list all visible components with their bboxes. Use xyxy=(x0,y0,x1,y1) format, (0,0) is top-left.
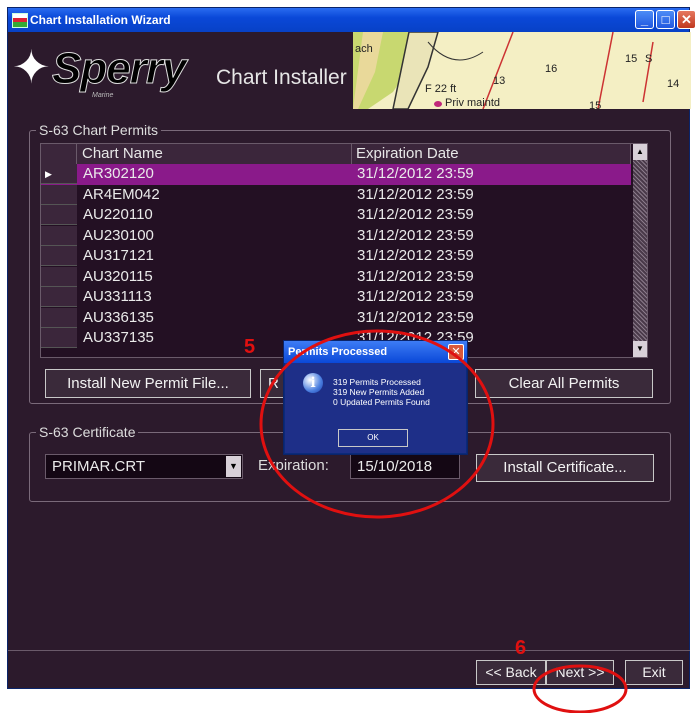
clear-all-permits-button[interactable]: Clear All Permits xyxy=(475,369,653,398)
table-row[interactable]: ▶ AR302120 31/12/2012 23:59 xyxy=(41,164,631,185)
cell-chart-name: AR302120 xyxy=(83,165,154,182)
row-header-corner xyxy=(41,144,77,164)
column-header-chart-name[interactable]: Chart Name xyxy=(78,144,352,164)
dialog-message: 319 Permits Processed 319 New Permits Ad… xyxy=(333,377,430,407)
row-selector-arrow-icon: ▶ xyxy=(41,164,77,184)
table-row[interactable]: AU320115 31/12/2012 23:59 xyxy=(41,266,631,288)
cell-expiration: 31/12/2012 23:59 xyxy=(357,206,474,223)
table-row[interactable]: AU230100 31/12/2012 23:59 xyxy=(41,225,631,247)
table-row[interactable]: AU331113 31/12/2012 23:59 xyxy=(41,287,631,308)
row-selector xyxy=(41,287,77,307)
cell-chart-name: AU317121 xyxy=(83,247,154,264)
minimize-button[interactable]: _ xyxy=(635,10,654,29)
partially-hidden-button[interactable]: R xyxy=(260,369,284,398)
cell-expiration: 31/12/2012 23:59 xyxy=(357,165,474,182)
window-title: Chart Installation Wizard xyxy=(30,13,171,27)
cell-chart-name: AU320115 xyxy=(83,267,153,285)
cell-chart-name: AR4EM042 xyxy=(83,185,160,203)
step-5-annotation: 5 xyxy=(244,336,256,358)
row-selector xyxy=(41,205,77,225)
chart-label: 14 xyxy=(667,78,679,90)
nautical-chart-image: ach F 22 ft Priv maintd 13 16 15 S 14 15 xyxy=(353,32,691,109)
close-button[interactable]: ✕ xyxy=(677,10,696,29)
brand-name: Sperry xyxy=(51,44,186,93)
cell-chart-name: AU336135 xyxy=(83,308,154,326)
cell-expiration: 31/12/2012 23:59 xyxy=(357,247,474,264)
exit-button[interactable]: Exit xyxy=(625,660,683,685)
cell-chart-name: AU331113 xyxy=(83,288,152,305)
maximize-button[interactable]: □ xyxy=(656,10,675,29)
dialog-line-added: 319 New Permits Added xyxy=(333,387,425,397)
brand-tagline: Marine xyxy=(92,92,114,99)
app-subtitle: Chart Installer xyxy=(216,66,347,89)
back-button[interactable]: << Back xyxy=(476,660,546,685)
expiration-field: 15/10/2018 xyxy=(350,454,460,479)
footer-divider xyxy=(8,650,690,651)
cell-expiration: 31/12/2012 23:59 xyxy=(357,267,474,285)
cell-chart-name: AU230100 xyxy=(83,226,154,244)
scroll-down-arrow-icon[interactable]: ▼ xyxy=(633,341,647,357)
grid-vertical-scrollbar[interactable]: ▲ ▼ xyxy=(633,144,647,357)
expiration-label: Expiration: xyxy=(258,457,329,474)
cell-chart-name: AU220110 xyxy=(83,206,153,223)
row-selector xyxy=(41,266,77,287)
star-logo-icon: ✦ xyxy=(12,41,51,93)
certificate-select-value: PRIMAR.CRT xyxy=(52,458,146,475)
chart-label: S xyxy=(645,53,652,65)
cell-expiration: 31/12/2012 23:59 xyxy=(357,185,474,203)
row-selector xyxy=(41,225,77,246)
certificate-group-title: S-63 Certificate xyxy=(36,424,139,440)
column-header-expiration[interactable]: Expiration Date xyxy=(352,144,631,164)
permits-grid[interactable]: Chart Name Expiration Date ▶ AR302120 31/1… xyxy=(40,143,648,358)
step-6-annotation: 6 xyxy=(515,637,527,659)
cell-expiration: 31/12/2012 23:59 xyxy=(357,226,474,244)
grid-header: Chart Name Expiration Date xyxy=(41,144,631,164)
row-selector xyxy=(41,246,77,266)
table-row[interactable]: AU317121 31/12/2012 23:59 xyxy=(41,246,631,267)
chart-label: F 22 ft xyxy=(425,83,456,95)
title-bar: Chart Installation Wizard _ □ ✕ xyxy=(8,8,696,32)
dropdown-arrow-icon[interactable]: ▼ xyxy=(226,456,241,477)
table-row[interactable]: AU220110 31/12/2012 23:59 xyxy=(41,205,631,226)
row-selector xyxy=(41,184,77,205)
dialog-title: Permits Processed xyxy=(284,341,467,363)
chart-label: 16 xyxy=(545,63,557,75)
chart-label: Priv maintd xyxy=(445,97,500,109)
dialog-line-updated: 0 Updated Permits Found xyxy=(333,397,430,407)
scroll-up-arrow-icon[interactable]: ▲ xyxy=(633,144,647,160)
permits-processed-dialog: Permits Processed ✕ i 319 Permits Proces… xyxy=(283,340,468,455)
table-row[interactable]: AR4EM042 31/12/2012 23:59 xyxy=(41,184,631,206)
certificate-select[interactable]: PRIMAR.CRT ▼ xyxy=(45,454,243,479)
cell-expiration: 31/12/2012 23:59 xyxy=(357,288,474,305)
table-row[interactable]: AU336135 31/12/2012 23:59 xyxy=(41,307,631,329)
cell-expiration: 31/12/2012 23:59 xyxy=(357,308,474,326)
install-certificate-button[interactable]: Install Certificate... xyxy=(476,454,654,482)
chart-label: 15 xyxy=(625,53,637,65)
row-selector xyxy=(41,328,77,348)
dialog-close-icon[interactable]: ✕ xyxy=(448,344,464,360)
ok-button[interactable]: OK xyxy=(338,429,408,447)
dialog-line-processed: 319 Permits Processed xyxy=(333,377,421,387)
header-banner: ✦ Sperry Marine Chart Installer ach F 22… xyxy=(8,32,691,118)
info-icon: i xyxy=(303,373,323,393)
chart-label: ach xyxy=(355,43,373,55)
chart-label: 15 xyxy=(589,100,601,109)
grid-rows: ▶ AR302120 31/12/2012 23:59 AR4EM042 31/12/… xyxy=(41,164,631,349)
chart-label: 13 xyxy=(493,75,505,87)
sperry-logo: ✦ Sperry Marine xyxy=(12,44,222,114)
permits-group-title: S-63 Chart Permits xyxy=(36,122,162,138)
next-button[interactable]: Next >> xyxy=(546,660,614,685)
install-permit-file-button[interactable]: Install New Permit File... xyxy=(45,369,251,398)
dialog-body: i 319 Permits Processed 319 New Permits … xyxy=(285,363,466,453)
row-selector xyxy=(41,307,77,328)
app-icon xyxy=(12,13,28,28)
cell-chart-name: AU337135 xyxy=(83,329,154,346)
